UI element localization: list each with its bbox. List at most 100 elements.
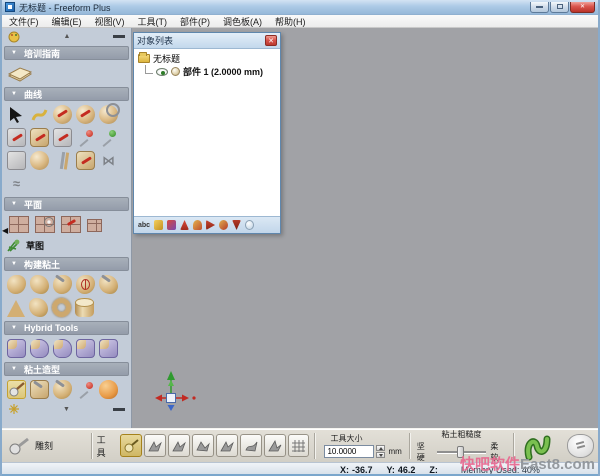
hybrid-ball-icon[interactable] <box>53 339 72 358</box>
tweezers-icon[interactable] <box>53 151 72 170</box>
curve-on-ball-icon[interactable] <box>53 105 72 124</box>
edit-curve-on-ball-icon[interactable] <box>76 105 95 124</box>
green-pin-curve-icon[interactable] <box>99 128 118 147</box>
tree-root-row[interactable]: 无标题 <box>138 52 276 65</box>
pivot-icon[interactable] <box>232 220 241 230</box>
smooth-curve-icon[interactable]: ≈ <box>7 174 26 193</box>
section-header-curves[interactable]: ▼ 曲线 <box>4 87 129 101</box>
roughness-slider-thumb[interactable] <box>457 446 464 458</box>
collapse-caret-icon[interactable]: ▼ <box>20 406 113 413</box>
section-label: 培训指南 <box>24 47 60 60</box>
menu-tools[interactable]: 工具(T) <box>138 15 168 28</box>
hybrid-cone-icon[interactable] <box>30 339 49 358</box>
shatter-plane-icon[interactable] <box>35 216 55 233</box>
minimize-button[interactable] <box>530 2 549 13</box>
mirror-icon[interactable] <box>167 220 176 230</box>
rename-abc-icon[interactable]: abc <box>138 222 150 229</box>
stepper-down-icon[interactable] <box>376 452 385 458</box>
menu-palette[interactable]: 调色板(A) <box>223 15 262 28</box>
tool-size-stepper[interactable] <box>376 445 385 458</box>
claw-tool-button-5[interactable] <box>240 434 262 457</box>
hybrid-cylinder-icon[interactable] <box>99 339 118 358</box>
hybrid-knife-icon[interactable] <box>7 339 26 358</box>
maximize-button[interactable] <box>550 2 569 13</box>
magnifier-icon[interactable] <box>245 220 254 230</box>
orange-clay-icon[interactable] <box>99 380 118 399</box>
close-button[interactable]: ✕ <box>570 2 595 13</box>
object-list-titlebar[interactable]: 对象列表 ✕ <box>134 33 280 49</box>
curve-loop-icon[interactable] <box>7 128 26 147</box>
clay-cylinder-icon[interactable] <box>75 298 94 317</box>
claw-tool-button-4[interactable] <box>216 434 238 457</box>
section-header-training[interactable]: ▼ 培训指南 <box>4 46 129 60</box>
grid-tool-button[interactable] <box>288 434 310 457</box>
clay-arm-icon[interactable] <box>53 275 72 294</box>
visibility-eye-icon[interactable] <box>156 68 168 76</box>
palette-icon[interactable] <box>8 30 21 43</box>
stamp-curve-icon[interactable] <box>30 128 49 147</box>
sidebar-collapse-arrow-icon[interactable]: ◀ <box>2 226 8 235</box>
menu-help[interactable]: 帮助(H) <box>275 15 306 28</box>
claw-tool-button-1[interactable] <box>144 434 166 457</box>
object-list-close-button[interactable]: ✕ <box>265 35 277 46</box>
small-plane-icon[interactable] <box>87 219 102 232</box>
clay-lump-icon[interactable] <box>30 275 49 294</box>
blob-tool-icon[interactable] <box>53 380 72 399</box>
claw-tool-button-6[interactable] <box>264 434 286 457</box>
section-header-plane[interactable]: ▼ 平面 <box>4 197 129 211</box>
pin-curve-icon[interactable] <box>76 128 95 147</box>
title-bar[interactable]: 无标题 - Freeform Plus ✕ <box>2 0 598 15</box>
claw-tool-button-3[interactable] <box>192 434 214 457</box>
dot-tool-icon[interactable] <box>76 380 95 399</box>
menu-edit[interactable]: 编辑(E) <box>52 15 82 28</box>
green-wire-tool-icon[interactable] <box>523 431 555 461</box>
clay-ball-icon[interactable] <box>30 151 49 170</box>
pink-curve-icon[interactable] <box>7 151 26 170</box>
clay-plane-icon[interactable] <box>61 216 81 233</box>
viewport-canvas[interactable]: 对象列表 ✕ 无标题 部件 1 (2.0000 mm) <box>132 28 598 428</box>
tree-item-row[interactable]: 部件 1 (2.0000 mm) <box>145 65 276 78</box>
lasso-curve-icon[interactable] <box>99 105 118 124</box>
sketch-item[interactable]: 草图 <box>4 236 129 255</box>
menu-view[interactable]: 视图(V) <box>95 15 125 28</box>
section-label: 粘土造型 <box>24 363 60 376</box>
smudge-tool-icon[interactable] <box>30 380 49 399</box>
select-arrow-icon[interactable] <box>7 105 26 124</box>
collapse-caret-icon[interactable]: ▲ <box>21 33 113 40</box>
hand-clay-icon[interactable] <box>7 275 26 294</box>
palette-minimize-icon[interactable] <box>113 35 125 38</box>
stepper-up-icon[interactable] <box>376 445 385 451</box>
section-header-build-clay[interactable]: ▼ 构建粘土 <box>4 257 129 271</box>
anchor-icon[interactable] <box>206 220 215 230</box>
clay-mask-icon[interactable] <box>76 275 95 294</box>
clay-ring-icon[interactable] <box>52 298 71 317</box>
hybrid-cube-icon[interactable] <box>76 339 95 358</box>
claw-tool-button-2[interactable] <box>168 434 190 457</box>
axis-icon[interactable] <box>180 220 189 230</box>
active-tool-indicator: 雕刻 <box>6 429 86 462</box>
carve-ball-tool-button[interactable] <box>120 434 142 457</box>
lock-icon[interactable] <box>193 220 202 230</box>
ribbon-curve-icon[interactable] <box>53 128 72 147</box>
menu-file[interactable]: 文件(F) <box>9 15 39 28</box>
clay-lump-tool-icon[interactable] <box>567 434 594 458</box>
clay-mountain-icon[interactable] <box>7 300 25 317</box>
section-header-hybrid-tools[interactable]: ▼ Hybrid Tools <box>4 321 129 335</box>
tool-size-input[interactable] <box>324 445 374 458</box>
section-header-clay-shaping[interactable]: ▼ 粘土造型 <box>4 362 129 376</box>
menu-parts[interactable]: 部件(P) <box>180 15 210 28</box>
paint-icon[interactable] <box>154 220 163 230</box>
memory-used-text: Memory Used: 40% <box>461 465 540 475</box>
wireframe-curve-icon[interactable]: ⋈ <box>99 151 118 170</box>
sculpt-ball-tool-icon[interactable] <box>7 380 26 399</box>
training-guide-book-icon[interactable] <box>7 64 33 83</box>
clay-pin-icon[interactable] <box>76 151 95 170</box>
draw-curve-icon[interactable] <box>30 105 49 124</box>
palette-minimize-icon[interactable] <box>113 408 125 411</box>
clay-hook-icon[interactable] <box>99 275 118 294</box>
roughness-slider[interactable] <box>437 446 487 458</box>
clay-wedge-icon[interactable] <box>29 298 48 317</box>
sparkle-icon[interactable] <box>8 403 20 415</box>
rotate-icon[interactable] <box>219 220 228 230</box>
grid-plane-icon[interactable] <box>9 216 29 233</box>
